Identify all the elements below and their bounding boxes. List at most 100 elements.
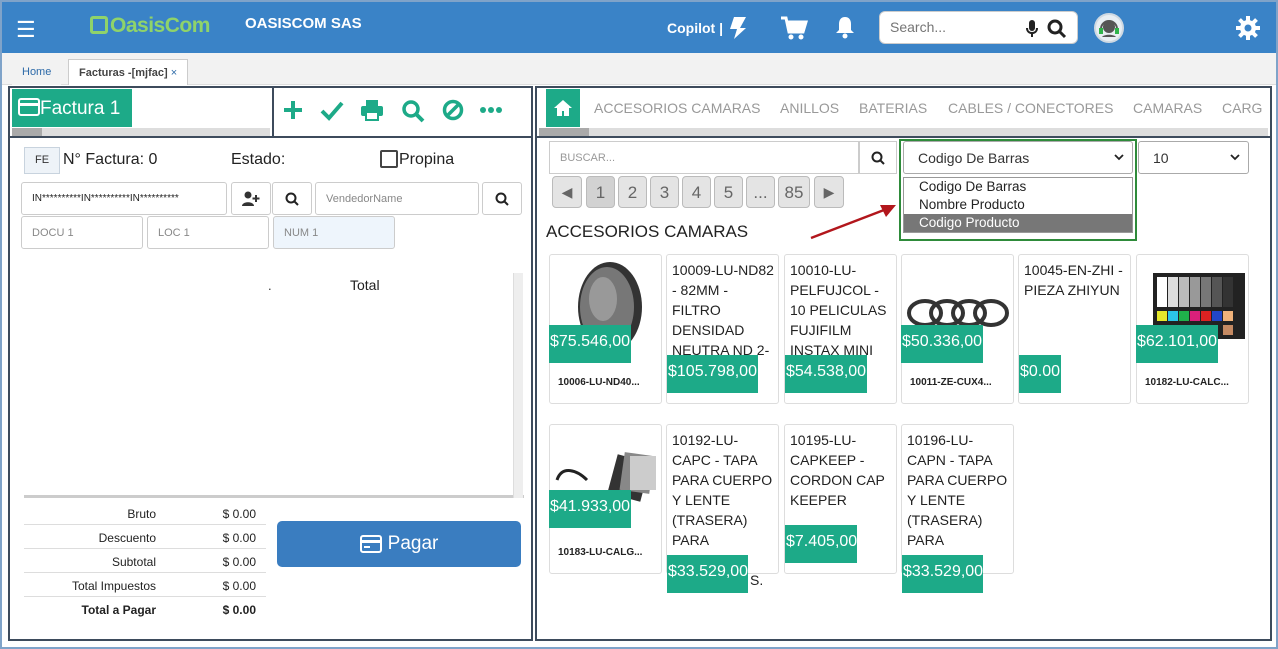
category-tab[interactable]: CAMARAS	[1133, 100, 1202, 116]
category-tab[interactable]: ANILLOS	[780, 100, 839, 116]
product-price: $50.336,00	[901, 325, 984, 363]
product-price: $75.546,00	[549, 325, 632, 363]
summary-value: $ 0.00	[222, 579, 256, 593]
summary-row: Total Impuestos $ 0.00	[24, 573, 266, 597]
docu-field[interactable]: DOCU 1	[21, 216, 143, 249]
product-price: $0.00	[1019, 355, 1061, 393]
items-scrollbar[interactable]	[513, 273, 523, 498]
page-ellipsis[interactable]: ...	[746, 176, 775, 208]
cancel-icon[interactable]	[442, 99, 464, 121]
copilot-icon[interactable]	[724, 15, 750, 41]
summary-label: Subtotal	[111, 555, 156, 569]
prev-page-button[interactable]: ◀	[552, 176, 582, 208]
product-card[interactable]: 10045-EN-ZHI - PIEZA ZHIYUN $0.00	[1018, 254, 1131, 404]
summary-value: $ 0.00	[222, 555, 256, 569]
search-icon[interactable]	[401, 99, 425, 123]
page-button[interactable]: 5	[714, 176, 743, 208]
divider	[272, 88, 274, 136]
tab-home[interactable]: Home	[12, 59, 62, 85]
category-tab[interactable]: BATERIAS	[859, 100, 927, 116]
summary-label: Total Impuestos	[71, 579, 156, 593]
product-price: $62.101,00	[1136, 325, 1219, 363]
product-search-button[interactable]	[859, 141, 897, 174]
close-icon[interactable]: ×	[171, 67, 177, 79]
summary-label: Descuento	[98, 531, 156, 545]
bell-icon[interactable]	[835, 15, 855, 39]
chevron-down-icon	[1114, 154, 1124, 161]
product-card[interactable]: 10009-LU-ND82 - 82MM - FILTRO DENSIDAD N…	[666, 254, 779, 404]
print-icon[interactable]	[360, 99, 384, 121]
more-icon[interactable]	[480, 106, 502, 114]
tab-scrollbar[interactable]	[12, 128, 270, 136]
add-icon[interactable]	[282, 99, 304, 121]
pagar-label: Pagar	[387, 533, 439, 554]
tab-factura-1[interactable]: Factura 1	[12, 89, 132, 127]
category-tab[interactable]: CARG	[1222, 100, 1262, 116]
summary-label: Total a Pagar	[81, 603, 156, 617]
check-icon[interactable]	[320, 99, 344, 121]
top-bar: ☰ OasisCom OASISCOM SAS Copilot |	[2, 2, 1276, 53]
page-button[interactable]: 1	[586, 176, 615, 208]
dropdown-option[interactable]: Nombre Producto	[904, 196, 1132, 214]
search-client-button[interactable]	[272, 182, 312, 215]
page-size-select[interactable]: 10	[1138, 141, 1249, 174]
category-tab[interactable]: CABLES / CONECTORES	[948, 100, 1113, 116]
product-card[interactable]: $62.101,00 10182-LU-CALC...	[1136, 254, 1249, 404]
factura-number: N° Factura: 0	[63, 151, 158, 168]
propina-checkbox[interactable]	[380, 150, 398, 168]
annotation-arrow	[810, 205, 896, 240]
factura-tab-label: Factura 1	[40, 98, 121, 119]
page-button[interactable]: 85	[778, 176, 810, 208]
num-field[interactable]: NUM 1	[273, 216, 395, 249]
category-scrollbar[interactable]	[539, 128, 1268, 136]
pagar-button[interactable]: Pagar	[277, 521, 521, 567]
summary-label: Bruto	[127, 507, 156, 521]
summary-row: Subtotal $ 0.00	[24, 549, 266, 573]
filter-select[interactable]: Codigo De Barras	[903, 141, 1133, 174]
copilot-label[interactable]: Copilot |	[667, 20, 723, 36]
items-list: . Total	[24, 273, 524, 498]
product-card[interactable]: 10010-LU-PELFUJCOL - 10 PELICULAS FUJIFI…	[784, 254, 897, 404]
page-button[interactable]: 2	[618, 176, 647, 208]
product-price: $54.538,00	[785, 355, 868, 393]
invoice-panel: Factura 1 FE N° Factura: 0 Estado: Propi…	[8, 86, 533, 641]
global-search[interactable]	[879, 11, 1078, 44]
page-button[interactable]: 4	[682, 176, 711, 208]
product-card[interactable]: 10195-LU-CAPKEEP - CORDON CAP KEEPER $7.…	[784, 424, 897, 574]
product-card[interactable]: 10196-LU-CAPN - TAPA PARA CUERPO Y LENTE…	[901, 424, 1014, 593]
search-input[interactable]	[890, 19, 1020, 35]
product-card[interactable]: $41.933,00 10183-LU-CALG...	[549, 424, 662, 574]
dropdown-option[interactable]: Codigo De Barras	[904, 178, 1132, 196]
search-icon[interactable]	[1047, 19, 1067, 39]
products-panel: ACCESORIOS CAMARAS ANILLOS BATERIAS CABL…	[535, 86, 1272, 641]
category-tab[interactable]: ACCESORIOS CAMARAS	[594, 100, 760, 116]
gear-icon[interactable]	[1235, 15, 1261, 41]
add-user-icon	[242, 191, 260, 206]
product-search-input[interactable]: BUSCAR...	[549, 141, 859, 174]
search-icon	[871, 151, 885, 165]
menu-icon[interactable]: ☰	[16, 17, 36, 43]
add-client-button[interactable]	[231, 182, 271, 215]
product-code: 10006-LU-ND40...	[558, 377, 640, 388]
dropdown-option-highlighted[interactable]: Codigo Producto	[904, 214, 1132, 232]
page-button[interactable]: 3	[650, 176, 679, 208]
search-vendedor-button[interactable]	[482, 182, 522, 215]
estado-label: Estado:	[231, 151, 286, 168]
support-avatar[interactable]	[1094, 13, 1124, 43]
cart-icon[interactable]	[780, 15, 808, 41]
product-card[interactable]: $50.336,00 10011-ZE-CUX4...	[901, 254, 1014, 404]
dot-text: .	[268, 278, 272, 293]
tab-facturas[interactable]: Facturas -[mjfac] ×	[68, 59, 189, 85]
vendedor-field[interactable]: VendedorName	[315, 182, 479, 215]
product-price: $33.529,00	[667, 555, 748, 593]
loc-field[interactable]: LOC 1	[147, 216, 269, 249]
summary-value: $ 0.00	[222, 603, 256, 617]
headset-icon	[1099, 20, 1119, 37]
client-field[interactable]: IN**********IN**********IN**********	[21, 182, 227, 215]
product-card[interactable]: 10192-LU-CAPC - TAPA PARA CUERPO Y LENTE…	[666, 424, 779, 593]
fe-button[interactable]: FE	[24, 147, 60, 174]
summary-value: $ 0.00	[222, 507, 256, 521]
product-card[interactable]: $75.546,00 10006-LU-ND40...	[549, 254, 662, 404]
home-category-button[interactable]	[546, 89, 580, 127]
microphone-icon[interactable]	[1025, 19, 1039, 39]
